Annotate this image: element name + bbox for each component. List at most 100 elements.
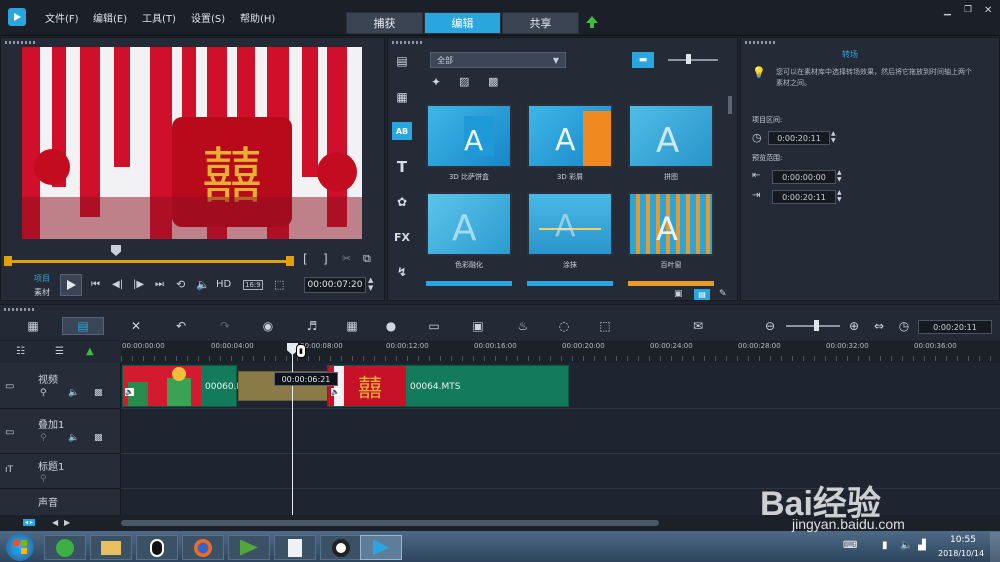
transition-library-icon[interactable]: AB bbox=[392, 122, 412, 140]
menu-file[interactable]: 文件(F) bbox=[45, 10, 79, 25]
split-clip-icon[interactable]: ✂ bbox=[342, 252, 351, 265]
close-button[interactable]: ✕ bbox=[984, 5, 992, 16]
ripple-icon[interactable]: ▩ bbox=[94, 388, 103, 398]
chapter-point-icon[interactable]: ☰ bbox=[55, 346, 64, 357]
project-duration-field[interactable]: 0:00:20:11 bbox=[918, 320, 992, 334]
timeline-view-icon[interactable]: ▤ bbox=[62, 317, 104, 335]
menu-help[interactable]: 帮助(H) bbox=[240, 10, 275, 25]
trim-in-handle[interactable] bbox=[4, 256, 12, 266]
taskbar-document-icon[interactable] bbox=[274, 535, 316, 560]
fit-project-icon[interactable]: ⇔ bbox=[868, 317, 890, 335]
transition-thumb-puzzle[interactable]: A bbox=[628, 104, 714, 168]
range-start-spinner-icon[interactable]: ▲ ▼ bbox=[837, 169, 842, 183]
edit-icon[interactable]: ✎ bbox=[719, 289, 727, 299]
instant-project-icon[interactable]: ▦ bbox=[392, 88, 412, 106]
video-clip[interactable]: 🔈 00060.M bbox=[122, 365, 244, 407]
mark-out-icon[interactable]: ] bbox=[323, 252, 328, 266]
sound-mixer-icon[interactable]: ♬ bbox=[301, 317, 323, 335]
show-library-icon[interactable]: ▣ bbox=[674, 289, 683, 299]
preview-timecode[interactable]: 00:00:07:20 bbox=[304, 277, 366, 293]
taskbar-media-app-icon[interactable] bbox=[228, 535, 270, 560]
transition-thumb-color-melt[interactable]: A bbox=[426, 192, 512, 256]
tray-device-icon[interactable]: ▮ bbox=[882, 540, 888, 551]
graphics-library-icon[interactable]: ✿ bbox=[392, 193, 412, 211]
undo-icon[interactable]: ↶ bbox=[170, 317, 192, 335]
next-frame-icon[interactable]: |▶ bbox=[133, 279, 144, 290]
project-mode-label[interactable]: 项目 bbox=[34, 273, 50, 284]
link-icon[interactable]: ⚲ bbox=[40, 388, 47, 398]
tray-keyboard-icon[interactable]: ⌨ bbox=[843, 540, 857, 551]
panel-grip[interactable] bbox=[4, 308, 36, 311]
trim-out-handle[interactable] bbox=[286, 256, 294, 266]
menu-edit[interactable]: 编辑(E) bbox=[93, 10, 127, 25]
tools-icon[interactable]: ✕ bbox=[125, 317, 147, 335]
tab-edit[interactable]: 编辑 bbox=[424, 12, 501, 34]
mark-in-icon[interactable]: [ bbox=[303, 252, 308, 266]
title-library-icon[interactable]: T bbox=[392, 158, 412, 176]
library-scrollbar[interactable] bbox=[728, 96, 732, 114]
minimize-button[interactable]: ▁ bbox=[944, 6, 951, 16]
panel-grip[interactable] bbox=[745, 41, 777, 44]
hd-preview-button[interactable]: HD bbox=[216, 279, 231, 290]
subtitle-editor-icon[interactable]: ▭ bbox=[423, 317, 445, 335]
show-options-icon[interactable]: ▤ bbox=[694, 289, 710, 300]
duration-spinner-icon[interactable]: ▲ ▼ bbox=[831, 130, 836, 144]
transition-thumb-3d-pizza[interactable]: A bbox=[426, 104, 512, 168]
timecode-spinner-icon[interactable]: ▲ ▼ bbox=[368, 276, 373, 292]
taskbar-firefox-icon[interactable] bbox=[182, 535, 224, 560]
zoom-out-icon[interactable]: ⊖ bbox=[759, 317, 781, 335]
transition-thumb-3d-confetti[interactable]: A bbox=[527, 104, 613, 168]
taskbar-explorer-icon[interactable] bbox=[90, 535, 132, 560]
project-duration-icon[interactable]: ◷ bbox=[893, 317, 915, 335]
scroll-left-icon[interactable]: ◀ bbox=[52, 518, 58, 527]
previous-frame-icon[interactable]: ◀| bbox=[112, 279, 123, 290]
range-end-spinner-icon[interactable]: ▲ ▼ bbox=[837, 189, 842, 203]
restore-button[interactable]: ❐ bbox=[964, 5, 972, 15]
go-to-start-icon[interactable]: ⏮ bbox=[91, 279, 100, 290]
duration-field[interactable]: 0:00:20:11 bbox=[768, 131, 830, 145]
tab-capture[interactable]: 捕获 bbox=[346, 12, 423, 34]
video-clip[interactable]: 囍 🔈 00064.MTS bbox=[327, 365, 569, 407]
link-icon[interactable]: ⚲ bbox=[40, 474, 47, 484]
taskbar-videostudio-icon[interactable] bbox=[360, 535, 402, 560]
go-to-end-icon[interactable]: ⏭ bbox=[155, 279, 164, 290]
storyboard-view-icon[interactable]: ▦ bbox=[22, 317, 44, 335]
media-library-icon[interactable]: ▤ bbox=[392, 52, 412, 70]
view-toggle-button[interactable]: ▬ bbox=[632, 52, 654, 68]
motion-tracking-icon[interactable]: ● bbox=[380, 317, 402, 335]
multi-camera-icon[interactable]: ▣ bbox=[467, 317, 489, 335]
mute-icon[interactable]: 🔈 bbox=[68, 433, 79, 443]
ripple-icon[interactable]: ▩ bbox=[94, 433, 103, 443]
random-transition-icon[interactable]: ▩ bbox=[488, 75, 498, 88]
timeline-zoom-badge-icon[interactable]: ◂ ▸ bbox=[23, 519, 35, 526]
taskbar-recorder-icon[interactable] bbox=[320, 535, 362, 560]
menu-settings[interactable]: 设置(S) bbox=[191, 10, 225, 25]
favorites-icon[interactable]: ✦ bbox=[431, 75, 441, 89]
range-end-field[interactable]: 0:00:20:11 bbox=[772, 190, 836, 204]
tray-network-icon[interactable]: ▟ bbox=[918, 540, 926, 551]
tab-share[interactable]: 共享 bbox=[502, 12, 579, 34]
zoom-slider-thumb[interactable] bbox=[814, 320, 819, 331]
time-remapping-icon[interactable]: ♨ bbox=[512, 317, 534, 335]
smart-package-icon[interactable]: ✉ bbox=[687, 317, 709, 335]
tray-volume-icon[interactable]: 🔈 bbox=[900, 540, 912, 551]
panel-grip[interactable] bbox=[392, 41, 424, 44]
mute-icon[interactable]: 🔈 bbox=[68, 388, 79, 398]
horizontal-scroll-thumb[interactable] bbox=[121, 520, 659, 526]
range-start-field[interactable]: 0:00:00:00 bbox=[772, 170, 836, 184]
taskbar-app-360-icon[interactable] bbox=[44, 535, 86, 560]
enlarge-preview-icon[interactable]: ⧉ bbox=[363, 252, 371, 266]
zoom-slider[interactable] bbox=[786, 325, 840, 327]
upload-arrow-icon[interactable] bbox=[584, 14, 600, 30]
menu-tools[interactable]: 工具(T) bbox=[142, 10, 176, 25]
scroll-right-icon[interactable]: ▶ bbox=[64, 518, 70, 527]
aspect-ratio-button[interactable]: 16:9 bbox=[243, 280, 263, 290]
clip-mode-label[interactable]: 素材 bbox=[34, 287, 50, 298]
link-icon[interactable]: ⚲ bbox=[40, 433, 47, 443]
play-button[interactable] bbox=[60, 274, 82, 296]
add-marker-icon[interactable]: ▲ bbox=[86, 346, 94, 357]
auto-music-icon[interactable]: ▦ bbox=[341, 317, 363, 335]
repeat-icon[interactable]: ⟲ bbox=[176, 278, 185, 291]
output-size-icon[interactable]: ⬚ bbox=[274, 278, 284, 291]
preview-scrubber-track[interactable] bbox=[8, 260, 293, 263]
